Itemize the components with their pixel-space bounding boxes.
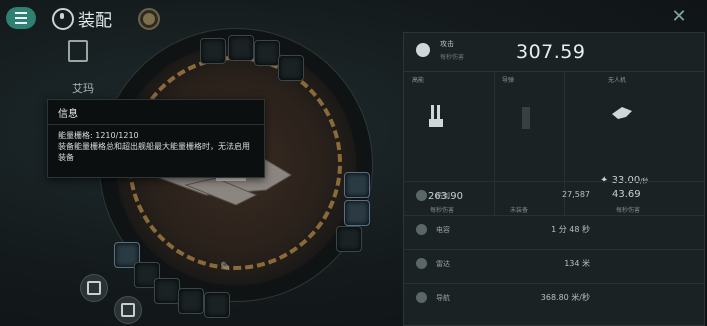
info-line: 装备	[58, 153, 74, 162]
drone-icon	[612, 107, 632, 119]
attack-icon	[416, 43, 430, 57]
module-slot[interactable]	[178, 288, 204, 314]
stat-label: 导航	[436, 294, 450, 302]
info-line: 能量栅格: 1210/1210	[58, 131, 139, 140]
attack-value: 307.59	[516, 41, 586, 63]
swap-icon	[121, 303, 135, 317]
page-title-group: 装配	[52, 6, 112, 31]
stat-label: 电容	[436, 226, 450, 234]
shield-icon	[416, 190, 427, 201]
column-label: 导弹	[502, 77, 515, 84]
radar-icon	[416, 258, 427, 269]
info-line: 装备能量栅格总和超出舰船最大能量栅格时，无法启用	[58, 142, 250, 151]
menu-icon	[15, 11, 27, 26]
navigation-icon	[416, 292, 427, 303]
page-title: 装配	[78, 11, 112, 31]
capacitor-icon	[416, 224, 427, 235]
column-label: 高能	[412, 77, 425, 84]
module-slot[interactable]	[254, 40, 280, 66]
module-slot[interactable]	[336, 226, 362, 252]
missile-icon	[522, 107, 530, 129]
module-slot[interactable]	[154, 278, 180, 304]
close-icon[interactable]: ✕	[670, 8, 688, 26]
settings-ring-icon[interactable]	[138, 8, 160, 30]
top-bar: 装配 ✕	[0, 0, 707, 36]
menu-button[interactable]	[6, 7, 36, 29]
wrench-icon[interactable]: ✎	[220, 260, 234, 275]
column-label: 无人机	[608, 77, 627, 84]
module-grid-button[interactable]	[80, 274, 108, 302]
attack-sub: 每秒伤害	[440, 54, 465, 61]
module-slot[interactable]	[204, 292, 230, 318]
navigation-row[interactable]: 导航 368.80 米/秒	[404, 283, 704, 311]
stat-label: 雷达	[436, 260, 450, 268]
defense-row[interactable]: 防御 27,587	[404, 181, 704, 209]
radar-row[interactable]: 雷达 134 米	[404, 249, 704, 277]
square-icon	[87, 281, 101, 295]
turret-icon	[429, 105, 443, 127]
info-body: 能量栅格: 1210/1210 装备能量栅格总和超出舰船最大能量栅格时，无法启用…	[48, 125, 264, 163]
document-icon[interactable]	[68, 40, 88, 62]
module-slot[interactable]	[200, 38, 226, 64]
ship-name: 艾玛	[72, 82, 94, 95]
stat-value: 1 分 48 秒	[551, 225, 590, 234]
attack-row: 攻击 每秒伤害 307.59	[404, 33, 704, 72]
fitting-icon	[52, 7, 74, 30]
swap-button[interactable]	[114, 296, 142, 324]
stats-panel: 攻击 每秒伤害 307.59 高能 263.90 每秒伤害 导弹 未装备 无人机…	[403, 32, 705, 326]
module-slot[interactable]	[278, 55, 304, 81]
info-popup: 信息 能量栅格: 1210/1210 装备能量栅格总和超出舰船最大能量栅格时，无…	[47, 99, 265, 178]
stat-value: 27,587	[562, 190, 590, 199]
stat-label: 防御	[436, 192, 450, 200]
stat-value: 134 米	[564, 259, 590, 268]
capacitor-row[interactable]: 电容 1 分 48 秒	[404, 215, 704, 243]
stat-value: 368.80 米/秒	[540, 293, 590, 302]
info-title: 信息	[48, 100, 264, 125]
module-slot[interactable]	[344, 172, 370, 198]
attack-label: 攻击	[440, 40, 454, 48]
module-slot[interactable]	[344, 200, 370, 226]
module-slot[interactable]	[228, 35, 254, 61]
